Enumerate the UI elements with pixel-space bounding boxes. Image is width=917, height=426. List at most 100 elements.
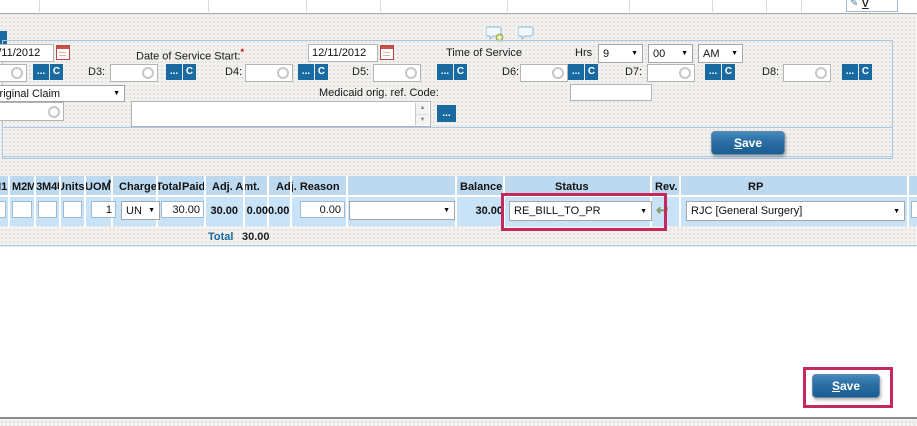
pencil-icon: ✎ [850, 0, 858, 9]
claim-details-panel: 12/11/2012 Date of Service Start:* 12/11… [2, 40, 893, 159]
dx4-clear-button[interactable]: C [315, 64, 328, 80]
lookup-icon [679, 67, 691, 79]
m2-cell[interactable] [12, 201, 32, 218]
col-paid: Paid [182, 181, 205, 193]
dx4-field[interactable] [245, 64, 293, 82]
verify-link[interactable]: V [862, 0, 869, 10]
col-m4: M4 [42, 181, 57, 193]
time-of-service-label: Time of Service [446, 47, 522, 59]
dos-end-field[interactable]: 12/11/2012 [0, 44, 54, 62]
dx6-label: D6: [502, 66, 519, 78]
col-rp: RP [748, 181, 763, 193]
m1-cell[interactable] [0, 201, 6, 218]
dx4-browse-button[interactable]: ... [298, 64, 314, 80]
total-cell: 30.00 [204, 205, 238, 217]
chevron-down-icon: ▼ [443, 207, 454, 214]
dx6-clear-button[interactable]: C [585, 64, 598, 80]
hrs-label: Hrs [575, 47, 592, 59]
dx5-clear-button[interactable]: C [454, 64, 467, 80]
col-divider [267, 176, 269, 227]
col-status: Status [555, 181, 589, 193]
uom-select[interactable]: UN ▼ [121, 201, 160, 220]
adj-reason-select[interactable]: ▼ [349, 201, 455, 220]
dx7-browse-button[interactable]: ... [705, 64, 721, 80]
dx2-browse-button[interactable]: ... [33, 64, 49, 80]
lookup-icon [142, 67, 154, 79]
dx3-clear-button[interactable]: C [183, 64, 196, 80]
col-rev: Rev. [655, 181, 677, 193]
minute-select[interactable]: 00 ▼ [648, 44, 693, 63]
lookup-icon [552, 67, 564, 79]
rp-select[interactable]: RJC [General Surgery] ▼ [686, 201, 905, 221]
units-cell[interactable]: 1 [91, 201, 116, 218]
lookup-icon [405, 67, 417, 79]
dos-start-label: Date of Service Start:* [136, 47, 244, 63]
grid-divider [380, 0, 381, 12]
dx5-browse-button[interactable]: ... [437, 64, 453, 80]
lookup-icon [277, 67, 289, 79]
calendar-icon[interactable] [56, 45, 70, 60]
dx3-field[interactable] [110, 64, 158, 82]
grid-divider [712, 0, 713, 12]
col-divider [8, 176, 10, 227]
col-total: Total [156, 181, 181, 193]
paid-secondary-cell: 0.00 [268, 205, 289, 217]
m3-cell[interactable] [38, 201, 57, 218]
col-adj-amt: Adj. Amt. [212, 181, 260, 193]
medicaid-ref-field[interactable] [570, 84, 652, 101]
col-uom: UOM [85, 181, 111, 193]
content-area [0, 247, 917, 417]
dx7-field[interactable] [647, 64, 695, 82]
adj-amt-cell[interactable]: 0.00 [300, 201, 345, 218]
lookup-icon [11, 67, 23, 79]
col-divider [34, 176, 36, 227]
chevron-down-icon: ▼ [731, 50, 742, 57]
table-bottom-border [0, 245, 917, 246]
dx8-clear-button[interactable]: C [859, 64, 872, 80]
verify-cell[interactable]: ✎ V [846, 0, 898, 12]
dx6-browse-button[interactable]: ... [568, 64, 584, 80]
dx8-browse-button[interactable]: ... [842, 64, 858, 80]
grid-divider [629, 0, 630, 12]
charge-cell[interactable]: 30.00 [161, 201, 204, 218]
hour-select[interactable]: 9 ▼ [598, 44, 643, 63]
calendar-icon[interactable] [380, 45, 394, 60]
code-search-field[interactable] [0, 102, 64, 121]
dx4-label: D4: [225, 66, 242, 78]
dx2-clear-button[interactable]: C [50, 64, 63, 80]
col-divider [243, 176, 245, 227]
spinner-down-icon[interactable]: ▼ [416, 115, 429, 126]
dx8-field[interactable] [783, 64, 831, 82]
panel-save-button[interactable]: Save [711, 131, 785, 155]
chevron-down-icon: ▼ [681, 50, 692, 57]
m4-cell[interactable] [63, 201, 82, 218]
col-units: Units [57, 181, 85, 193]
dx5-field[interactable] [373, 64, 421, 82]
table-total-label: Total [208, 231, 233, 243]
chevron-down-icon: ▼ [148, 207, 159, 214]
notes-browse-button[interactable]: ... [437, 105, 456, 122]
spinner-up-icon[interactable]: ▲ [416, 103, 429, 115]
dx6-field[interactable] [520, 64, 568, 82]
grid-divider [306, 0, 307, 12]
col-adj-reason: Adj. Reason [276, 181, 340, 193]
dx2-field[interactable] [0, 64, 27, 82]
claim-screen: ✎ V 12/11/2012 Date of Service Start:* 1… [0, 0, 917, 426]
paid-cell: 0.00 [243, 205, 268, 217]
col-divider [290, 176, 292, 227]
spinner[interactable]: ▲ ▼ [415, 103, 429, 125]
col-divider [346, 176, 348, 227]
meridiem-select[interactable]: AM ▼ [698, 44, 743, 63]
top-grid-strip: ✎ V [0, 0, 917, 14]
claim-type-select[interactable]: Original Claim ▼ [0, 85, 125, 102]
bottom-divider [0, 417, 917, 419]
dos-start-field[interactable]: 12/11/2012 [308, 44, 378, 62]
col-m2: M2 [12, 181, 27, 193]
grid-divider [507, 0, 508, 12]
notes-textarea[interactable]: ▲ ▼ [131, 101, 431, 127]
dx7-clear-button[interactable]: C [722, 64, 735, 80]
chevron-down-icon: ▼ [631, 50, 642, 57]
col-m1: M1 [0, 181, 7, 193]
grid-divider [801, 0, 802, 12]
dx3-browse-button[interactable]: ... [166, 64, 182, 80]
